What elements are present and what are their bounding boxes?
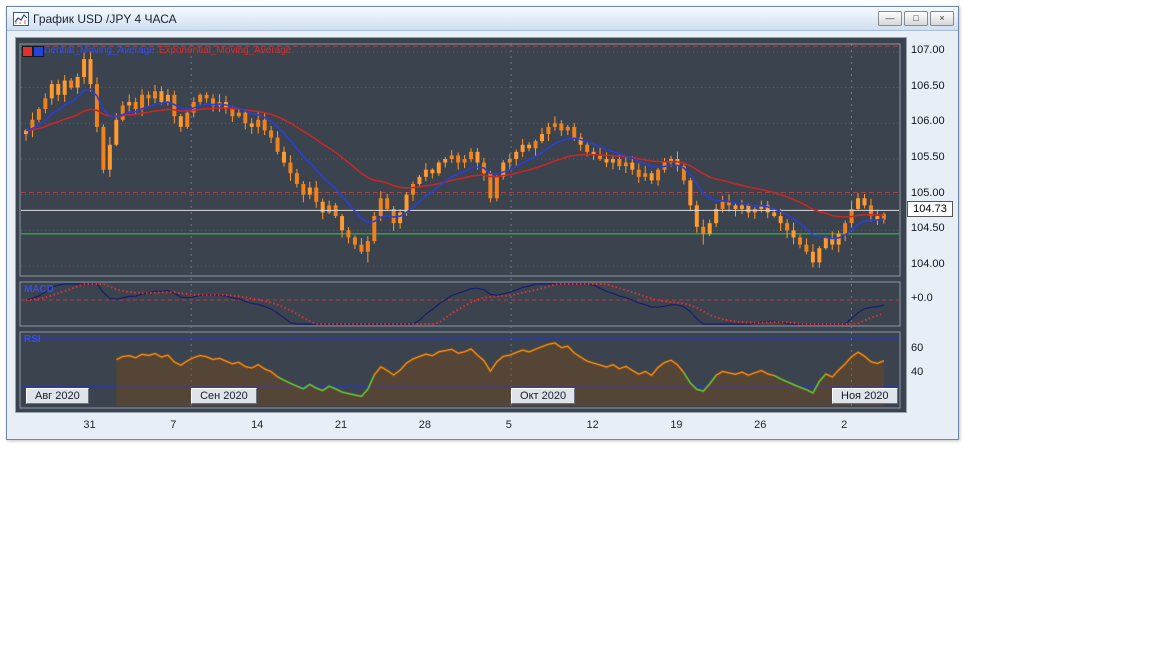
chart-canvas[interactable] <box>16 38 906 412</box>
week-label: 14 <box>251 419 264 431</box>
legend-blue-swatch[interactable] <box>33 46 44 57</box>
price-tick: 106.00 <box>911 115 945 128</box>
chart-client: Exponential_Moving_Average Exponential_Mo… <box>7 31 958 439</box>
close-button[interactable]: × <box>930 11 954 26</box>
price-tick: 105.50 <box>911 151 945 163</box>
maximize-button[interactable]: □ <box>904 11 928 26</box>
week-label: 21 <box>334 419 348 431</box>
rsi-tick: 60 <box>911 342 924 354</box>
ema-slow-label: Exponential_Moving_Average <box>158 45 292 56</box>
price-tick: 104.00 <box>911 258 945 270</box>
week-label: 7 <box>170 419 177 431</box>
month-badge: Сен 2020 <box>191 388 257 404</box>
chart-window: График USD /JPY 4 ЧАСА — □ × Exponential… <box>6 6 959 440</box>
chart-region[interactable]: Exponential_Moving_Average Exponential_Mo… <box>15 37 907 413</box>
week-label: 2 <box>841 419 848 431</box>
window-controls: — □ × <box>878 11 954 26</box>
indicator-legend: Exponential_Moving_Average Exponential_Mo… <box>22 45 291 58</box>
week-label: 31 <box>83 419 96 431</box>
week-label: 28 <box>418 419 432 431</box>
rsi-tick: 40 <box>911 366 924 378</box>
window-chart-icon <box>13 11 29 26</box>
minimize-button[interactable]: — <box>878 11 902 26</box>
price-tick: 105.00 <box>911 186 945 199</box>
price-tick: 107.00 <box>911 44 945 56</box>
week-label: 12 <box>586 419 599 431</box>
month-badge: Окт 2020 <box>511 388 576 404</box>
time-axis: 31 7 14 21 28 5 12 19 26 2 <box>7 411 958 439</box>
macd-tick: +0.0 <box>911 292 933 304</box>
titlebar[interactable]: График USD /JPY 4 ЧАСА — □ × <box>7 7 958 31</box>
week-label: 19 <box>670 419 683 431</box>
month-badge: Ноя 2020 <box>832 388 898 404</box>
price-tick: 104.50 <box>911 222 945 235</box>
legend-red-swatch[interactable] <box>22 46 33 57</box>
macd-label: MACD <box>24 284 54 295</box>
week-label: 26 <box>754 419 767 431</box>
price-axis: 107.00 106.50 106.00 105.50 105.00 104.5… <box>905 37 954 411</box>
week-label: 5 <box>505 419 512 431</box>
current-price-tag: 104.73 <box>907 201 953 218</box>
price-tick: 106.50 <box>911 79 945 92</box>
window-title: График USD /JPY 4 ЧАСА <box>33 11 177 26</box>
rsi-label: RSI <box>24 334 41 345</box>
month-badge: Авг 2020 <box>26 388 89 404</box>
